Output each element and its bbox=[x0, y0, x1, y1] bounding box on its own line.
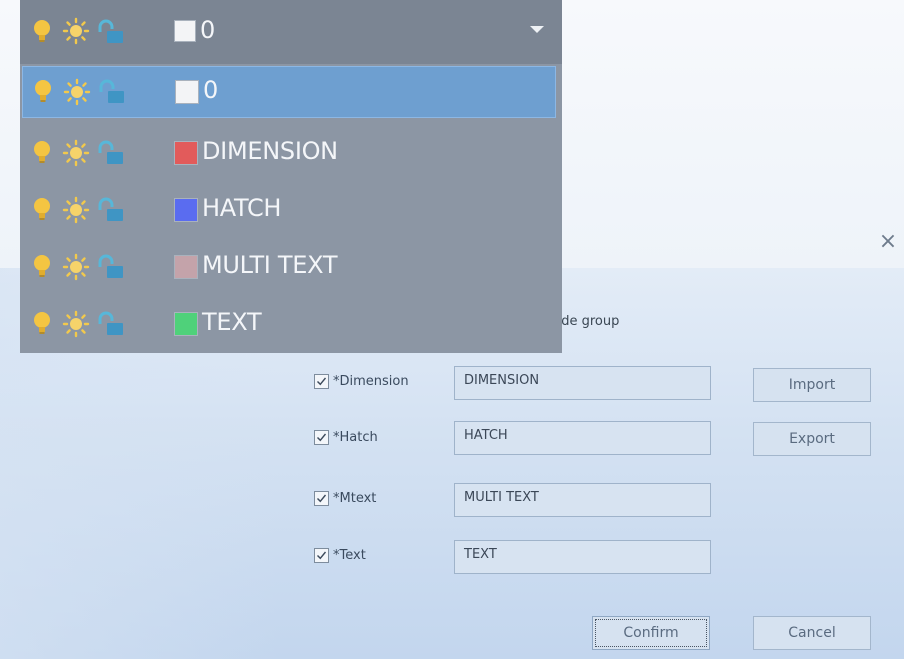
layer-name: DIMENSION bbox=[202, 137, 338, 165]
layer-color-swatch[interactable] bbox=[174, 312, 198, 336]
checkmark-icon bbox=[317, 377, 327, 386]
export-button[interactable]: Export bbox=[753, 422, 871, 456]
layer-item-multi-text[interactable]: MULTI TEXT bbox=[20, 242, 562, 292]
current-layer-name: 0 bbox=[200, 16, 215, 44]
text-checkbox-row[interactable]: *Text bbox=[314, 548, 366, 563]
dimension-checkbox-row[interactable]: *Dimension bbox=[314, 374, 409, 389]
layer-dropdown[interactable]: 0 0 DIMENSION HATCH MULTI TEXT TEXT bbox=[20, 0, 562, 353]
layer-color-swatch[interactable] bbox=[174, 20, 196, 42]
dimension-layer-field[interactable]: DIMENSION bbox=[454, 366, 711, 400]
lightbulb-icon[interactable] bbox=[32, 197, 52, 223]
lightbulb-icon[interactable] bbox=[32, 19, 52, 45]
dimension-checkbox[interactable] bbox=[314, 374, 329, 389]
hatch-checkbox[interactable] bbox=[314, 430, 329, 445]
mtext-label: *Mtext bbox=[333, 491, 377, 506]
layer-color-swatch[interactable] bbox=[174, 141, 198, 165]
hatch-layer-field[interactable]: HATCH bbox=[454, 421, 711, 455]
unlock-icon[interactable] bbox=[97, 19, 125, 45]
layer-item-0[interactable]: 0 bbox=[22, 66, 556, 118]
layer-color-swatch[interactable] bbox=[174, 198, 198, 222]
layer-dropdown-current[interactable]: 0 bbox=[20, 0, 562, 64]
checkmark-icon bbox=[317, 494, 327, 503]
layer-item-dimension[interactable]: DIMENSION bbox=[20, 128, 562, 178]
checkmark-icon bbox=[317, 551, 327, 560]
layer-color-swatch[interactable] bbox=[175, 80, 199, 104]
mtext-checkbox-row[interactable]: *Mtext bbox=[314, 491, 376, 506]
unlock-icon[interactable] bbox=[97, 254, 125, 280]
layer-item-hatch[interactable]: HATCH bbox=[20, 185, 562, 235]
sun-icon[interactable] bbox=[62, 253, 90, 281]
sun-icon[interactable] bbox=[62, 310, 90, 338]
unlock-icon[interactable] bbox=[97, 140, 125, 166]
layer-color-swatch[interactable] bbox=[174, 255, 198, 279]
layer-name: MULTI TEXT bbox=[202, 251, 338, 279]
group-label: ude group bbox=[553, 314, 620, 329]
text-checkbox[interactable] bbox=[314, 548, 329, 563]
confirm-button[interactable]: Confirm bbox=[592, 616, 710, 650]
hatch-checkbox-row[interactable]: *Hatch bbox=[314, 430, 378, 445]
text-layer-field[interactable]: TEXT bbox=[454, 540, 711, 574]
text-label: *Text bbox=[333, 548, 366, 563]
mtext-layer-field[interactable]: MULTI TEXT bbox=[454, 483, 711, 517]
dimension-label: *Dimension bbox=[333, 374, 409, 389]
layer-name: HATCH bbox=[202, 194, 282, 222]
unlock-icon[interactable] bbox=[97, 311, 125, 337]
lightbulb-icon[interactable] bbox=[32, 140, 52, 166]
unlock-icon[interactable] bbox=[98, 79, 126, 105]
mtext-checkbox[interactable] bbox=[314, 491, 329, 506]
layer-name: 0 bbox=[203, 76, 218, 104]
checkmark-icon bbox=[317, 433, 327, 442]
sun-icon[interactable] bbox=[63, 78, 91, 106]
lightbulb-icon[interactable] bbox=[32, 311, 52, 337]
hatch-label: *Hatch bbox=[333, 430, 378, 445]
lightbulb-icon[interactable] bbox=[32, 254, 52, 280]
sun-icon[interactable] bbox=[62, 196, 90, 224]
cancel-button[interactable]: Cancel bbox=[753, 616, 871, 650]
chevron-down-icon[interactable] bbox=[530, 26, 544, 34]
unlock-icon[interactable] bbox=[97, 197, 125, 223]
sun-icon[interactable] bbox=[62, 17, 90, 45]
layer-name: TEXT bbox=[202, 308, 262, 336]
sun-icon[interactable] bbox=[62, 139, 90, 167]
layer-item-text[interactable]: TEXT bbox=[20, 299, 562, 349]
import-button[interactable]: Import bbox=[753, 368, 871, 402]
lightbulb-icon[interactable] bbox=[33, 79, 53, 105]
close-icon[interactable]: × bbox=[876, 230, 900, 254]
